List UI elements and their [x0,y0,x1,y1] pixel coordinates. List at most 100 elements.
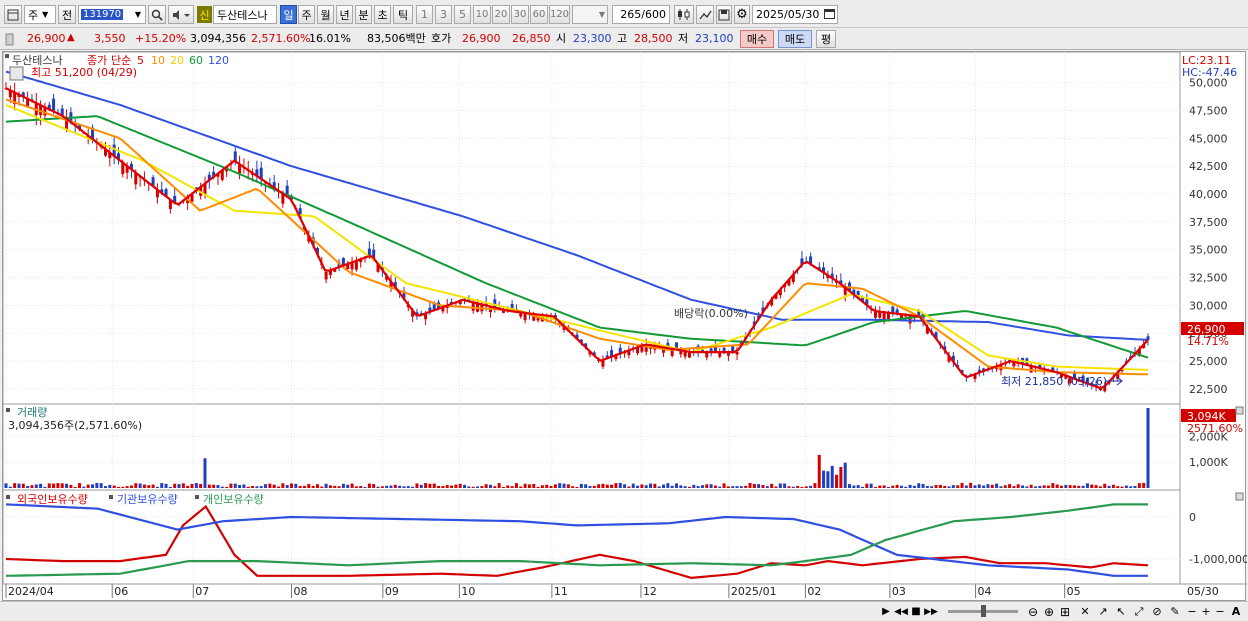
sell-button[interactable]: 매도 [778,30,812,48]
date-value: 2025/05/30 [756,8,820,21]
volume-bar [523,483,527,488]
legend-ma-5: 5 [137,54,144,67]
period-year-tab[interactable]: 년 [336,5,353,24]
fibo-tool-icon[interactable]: ⊘ [1150,604,1164,619]
volume-bar [817,454,821,488]
forward-icon[interactable]: ▶▶ [924,604,938,619]
crosshair-icon[interactable]: ✕ [1078,604,1092,619]
volume-bar [428,483,432,488]
volume-bar [1029,484,1033,488]
gear-icon[interactable]: ⚙ [734,5,750,24]
legend-marker [5,54,9,58]
interval-120[interactable]: 120 [549,5,570,24]
interval-10[interactable]: 10 [473,5,491,24]
volume-bar [856,485,860,488]
volume-bar [142,484,146,488]
data-count-total: /600 [641,8,666,21]
interval-custom-select[interactable]: ▼ [572,5,608,24]
scroll-right-icon[interactable]: ▶ [880,604,892,619]
volume-bar [696,486,700,488]
evaluate-button[interactable]: 평 [816,30,836,48]
chart-area[interactable]: 50,000 47,500 45,000 42,500 40,000 37,500 35,0… [2,51,1247,601]
zoom-slider-thumb[interactable] [981,605,986,617]
trend-tool-icon[interactable]: ↖ [1114,604,1128,619]
volume-bar [532,483,536,488]
calendar-icon[interactable] [824,8,837,22]
speaker-icon[interactable] [168,5,194,24]
interval-3[interactable]: 3 [435,5,452,24]
volume-bar [757,484,761,488]
candle-type-icon[interactable] [674,5,694,24]
volume-bar [683,486,687,488]
dividend-note: 배당락(0.00%) [674,307,748,320]
volume-bar [471,486,475,488]
rewind-icon[interactable]: ◀◀ [894,604,908,619]
volume-bar [1081,485,1085,488]
period-week-tab[interactable]: 주 [298,5,315,24]
channel-tool-icon[interactable]: ⤢ [1132,604,1146,619]
interval-1[interactable]: 1 [416,5,433,24]
zoom-in-icon[interactable]: ⊕ [1042,604,1056,619]
minus-icon[interactable]: − [1214,604,1226,619]
period-month-tab[interactable]: 월 [317,5,334,24]
volume-bar [506,485,510,488]
data-count-field[interactable]: 265/600 [612,5,670,24]
volume-bar [536,486,540,488]
volume-bar [242,484,246,488]
period-minute-tab[interactable]: 분 [355,5,372,24]
volume-bar [809,485,813,488]
grid-toggle-icon[interactable] [9,66,24,81]
zoom-plus-icon[interactable]: + [1200,604,1212,619]
volume-panel-close-icon[interactable] [1235,406,1244,415]
stock-name-field[interactable]: 두산테스나 [213,5,277,24]
price-change-pct: +15.20% [135,32,187,45]
volume-bar [17,483,21,488]
save-icon[interactable] [716,5,732,24]
volume-legend-marker [6,408,10,412]
volume-bar [328,485,332,488]
volume-bar [173,483,177,488]
volume-bar [95,482,99,488]
volume-bar [852,485,856,488]
interval-30[interactable]: 30 [511,5,529,24]
volume-bar [354,486,358,488]
font-size-icon[interactable]: A [1230,604,1242,619]
volume-bar [571,486,575,488]
zoom-out-icon[interactable]: ⊖ [1026,604,1040,619]
draw-tool-icon[interactable] [696,5,714,24]
high-note: 최고 51,200 (04/29) [31,66,137,79]
period-tick-tab[interactable]: 틱 [393,5,413,24]
buy-button[interactable]: 매수 [740,30,774,48]
zoom-fit-icon[interactable]: ⊞ [1058,604,1072,619]
volume-bar [748,483,752,488]
turnover: 16.01% [309,32,351,45]
interval-5[interactable]: 5 [454,5,471,24]
interval-20[interactable]: 20 [492,5,510,24]
date-field[interactable]: 2025/05/30 [752,5,838,24]
interval-60[interactable]: 60 [530,5,548,24]
volume-bar [960,482,964,488]
volume-bar [938,484,942,488]
search-icon[interactable] [148,5,166,24]
quote-lock-icon[interactable] [4,31,14,47]
volume-bar [1055,484,1059,488]
volume-bar [636,485,640,488]
period-second-tab[interactable]: 초 [374,5,391,24]
main-toolbar: 주 ▼ 전 131970 ▼ 신 두산테스나 일 주 월 년 분 초 틱 1 3 5… [0,0,1248,28]
volume-bar [601,483,605,488]
volume-bar [1107,485,1111,488]
line-tool-icon[interactable]: ↗ [1096,604,1110,619]
holder-panel-close-icon[interactable] [1235,492,1244,501]
period-mode-select[interactable]: 주 ▼ [24,5,56,24]
chart-menu-icon[interactable] [4,5,22,24]
stock-code-input[interactable]: 131970 ▼ [78,5,146,24]
stop-icon[interactable]: ■ [910,604,922,619]
period-day-tab[interactable]: 일 [280,5,297,24]
price-change: 3,550 [94,32,126,45]
volume-bar [592,485,596,488]
zoom-minus-icon[interactable]: − [1186,604,1198,619]
volume-bar [99,483,103,488]
prev-button[interactable]: 전 [58,5,76,24]
volume-bar [1098,486,1102,488]
pencil-icon[interactable]: ✎ [1168,604,1182,619]
